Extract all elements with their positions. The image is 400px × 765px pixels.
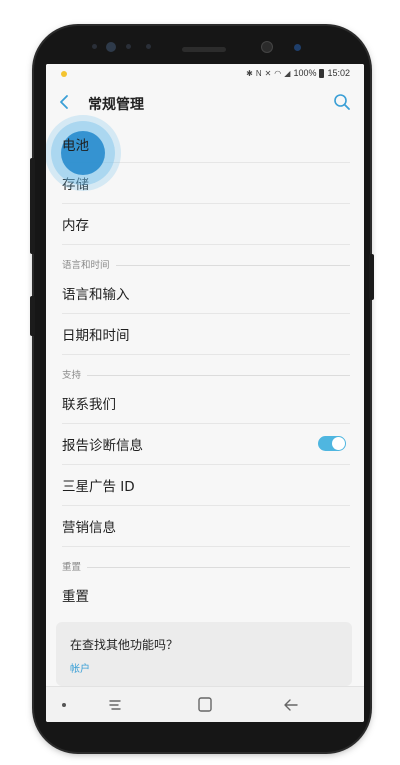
list-item-memory[interactable]: 内存 (62, 204, 350, 245)
section-divider (87, 375, 350, 376)
section-header-support: 支持 (62, 355, 350, 383)
chevron-left-icon[interactable] (56, 93, 74, 111)
section-header-reset: 重置 (62, 547, 350, 575)
section-divider (115, 265, 350, 266)
clock: 15:02 (327, 68, 350, 78)
toggle-knob (332, 437, 345, 450)
battery-percent: 100% (293, 68, 317, 78)
status-icons: ✱ N ✕ ◠ ◢ 100% 15:02 (246, 68, 350, 78)
list-item-report-diagnostics[interactable]: 报告诊断信息 (62, 424, 350, 465)
section-header-label: 语言和时间 (62, 260, 110, 271)
earpiece-speaker (182, 47, 226, 52)
list-item-marketing-info[interactable]: 营销信息 (62, 506, 350, 547)
list-item-label: 日期和时间 (62, 328, 130, 344)
list-item-label: 语言和输入 (62, 287, 130, 303)
list-item-samsung-ad-id[interactable]: 三星广告 ID (62, 465, 350, 506)
iris-sensor-icon (294, 44, 301, 51)
bluetooth-icon: ✱ (246, 68, 253, 78)
list-item-battery[interactable]: 电池 (62, 122, 350, 163)
section-header-language-time: 语言和时间 (62, 245, 350, 273)
list-item-language-input[interactable]: 语言和输入 (62, 273, 350, 314)
section-header-label: 支持 (62, 370, 82, 381)
account-link[interactable]: 帐户 (70, 660, 90, 675)
phone-screen: ✱ N ✕ ◠ ◢ 100% 15:02 常规管理 电池 (46, 64, 364, 722)
signal-icon: ◢ (284, 68, 291, 78)
wifi-icon: ◠ (274, 68, 282, 78)
list-item-label: 营销信息 (62, 520, 116, 536)
section-divider (87, 567, 350, 568)
navigation-bar (46, 686, 364, 722)
stage: ✱ N ✕ ◠ ◢ 100% 15:02 常规管理 电池 (0, 0, 400, 765)
card-title: 在查找其他功能吗？ (70, 638, 179, 652)
battery-icon (319, 68, 325, 78)
list-item-label: 报告诊断信息 (62, 438, 143, 454)
list-item-reset[interactable]: 重置 (62, 575, 350, 615)
search-icon[interactable] (332, 92, 352, 112)
suggestion-card: 在查找其他功能吗？ 帐户 (56, 622, 352, 686)
sensor-icon (146, 44, 151, 49)
app-bar: 常规管理 (46, 84, 364, 122)
settings-list: 电池 存储 内存 语言和时间 语言和输入 日期和时间 支持 (46, 122, 364, 615)
recent-apps-icon[interactable] (104, 695, 126, 715)
list-item-label-highlighted: 电池 (62, 138, 89, 154)
nfc-icon: N (255, 68, 262, 78)
home-icon[interactable] (194, 695, 216, 715)
diagnostics-toggle[interactable] (318, 436, 346, 451)
sensor-icon (126, 44, 131, 49)
list-item-label: 三星广告 ID (62, 479, 135, 495)
list-item-storage[interactable]: 存储 (62, 163, 350, 204)
front-camera-icon (262, 42, 272, 52)
volume-button (30, 158, 35, 254)
list-item-label: 存储 (62, 177, 89, 193)
notification-dot-icon (61, 71, 67, 77)
list-item-label: 重置 (62, 589, 89, 605)
section-header-label: 重置 (62, 562, 82, 573)
power-button (369, 254, 374, 300)
sensor-icon (92, 44, 97, 49)
mute-icon: ✕ (264, 68, 272, 78)
bixby-button (30, 296, 35, 336)
list-item-contact-us[interactable]: 联系我们 (62, 383, 350, 424)
status-bar: ✱ N ✕ ◠ ◢ 100% 15:02 (46, 64, 364, 84)
page-title: 常规管理 (88, 97, 144, 113)
back-arrow-icon[interactable] (280, 695, 302, 715)
list-item-label: 内存 (62, 218, 89, 234)
dot-icon (62, 703, 66, 707)
list-item-date-time[interactable]: 日期和时间 (62, 314, 350, 355)
list-item-label: 联系我们 (62, 397, 116, 413)
iris-camera-icon (106, 42, 116, 52)
